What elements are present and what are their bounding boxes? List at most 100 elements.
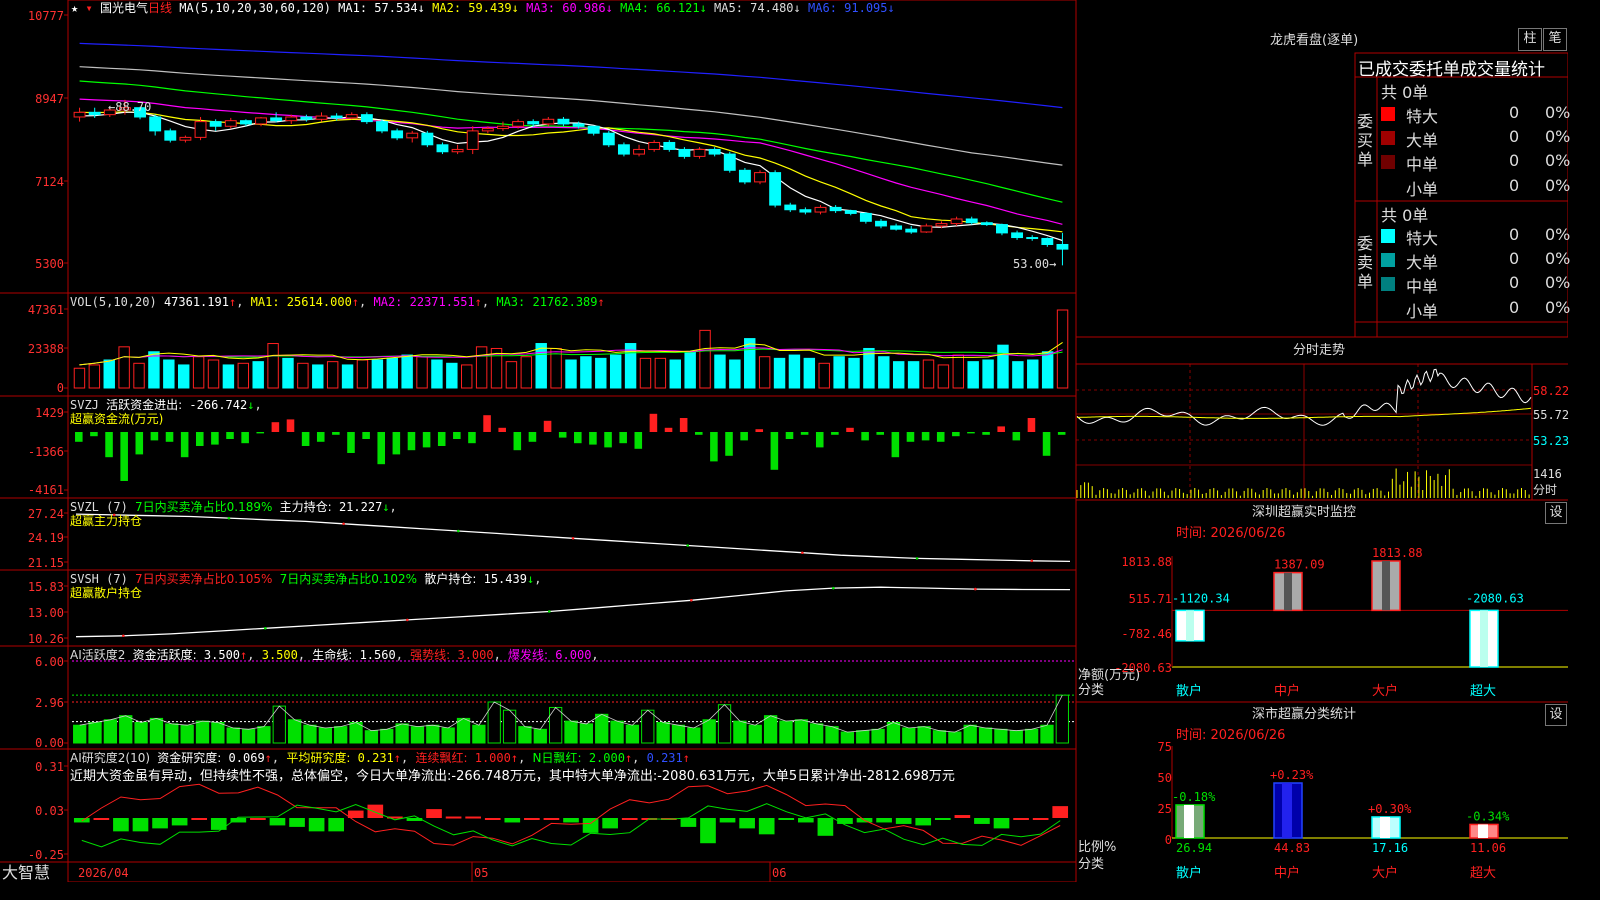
candle bbox=[391, 130, 404, 139]
volume-bar bbox=[192, 356, 205, 389]
y-tick: 0.00 bbox=[35, 736, 64, 750]
volume-bar bbox=[922, 359, 935, 389]
candle bbox=[572, 123, 585, 127]
buy-orders-label: 委买单 bbox=[1357, 112, 1374, 169]
flow-bar bbox=[256, 432, 265, 434]
activity-bar bbox=[349, 722, 363, 744]
flow-bar bbox=[347, 432, 355, 453]
flow-bar bbox=[180, 432, 189, 458]
volume-bar bbox=[312, 364, 324, 389]
candle bbox=[829, 206, 842, 212]
flow-bar bbox=[906, 432, 915, 442]
research-bar bbox=[308, 818, 325, 832]
monitor-cat: 大户 bbox=[1372, 684, 1399, 699]
flow-bar bbox=[226, 432, 234, 439]
activity-bar bbox=[825, 726, 839, 744]
row-pct: 0% bbox=[1545, 273, 1571, 292]
svzl-subtitle: 超赢主力持仓 bbox=[70, 514, 143, 528]
research-bar bbox=[191, 818, 208, 820]
svzj-header: SVZJ 活跃资金进出: -266.742↓, bbox=[70, 398, 262, 412]
activity-bar bbox=[134, 722, 148, 744]
activity-bar bbox=[149, 717, 164, 744]
row-pct: 0% bbox=[1545, 103, 1571, 122]
period-label[interactable]: 日线 bbox=[148, 1, 172, 15]
candle bbox=[602, 132, 615, 146]
monitor-bar-shade bbox=[1284, 572, 1292, 611]
candle bbox=[300, 116, 313, 120]
flow-bar bbox=[664, 427, 673, 432]
volume-bar bbox=[729, 359, 741, 389]
candle bbox=[421, 132, 434, 146]
ma3-line bbox=[79, 98, 1063, 225]
activity-bar bbox=[579, 723, 593, 744]
candle bbox=[481, 128, 494, 132]
activity-bar bbox=[932, 730, 947, 744]
monitor-y-tick: -782.46 bbox=[1121, 627, 1172, 641]
candle bbox=[738, 169, 751, 183]
monitor-value-label: 1813.88 bbox=[1372, 546, 1423, 560]
volume-bar bbox=[103, 359, 115, 389]
candle bbox=[512, 121, 525, 127]
volume-bar bbox=[788, 354, 801, 389]
activity-bar bbox=[318, 727, 332, 744]
activity-bar bbox=[856, 730, 870, 744]
star-icon[interactable]: ★ bbox=[71, 1, 78, 15]
volume-bar bbox=[341, 364, 354, 389]
monitor-y-tick: 515.71 bbox=[1128, 592, 1172, 606]
row-pct: 0% bbox=[1545, 225, 1571, 244]
candle bbox=[980, 222, 993, 226]
volume-bar bbox=[535, 343, 547, 389]
stats-change-label: +0.30% bbox=[1368, 802, 1412, 816]
high-price-label: ←88.70 bbox=[108, 100, 152, 114]
row-pct: 0% bbox=[1545, 298, 1571, 317]
research-bar bbox=[73, 818, 90, 823]
volume-bar bbox=[803, 357, 816, 389]
volume-bar bbox=[505, 361, 518, 389]
main-holding-line-dot bbox=[915, 557, 919, 560]
stats-y-tick: 0 bbox=[1164, 833, 1172, 847]
research-bar bbox=[1013, 818, 1029, 820]
flow-bar bbox=[271, 422, 280, 432]
research-bar bbox=[250, 818, 266, 820]
activity-bar bbox=[518, 726, 532, 744]
flow-bar bbox=[815, 432, 824, 448]
y-tick: 1429 bbox=[35, 406, 64, 420]
activity-bar bbox=[287, 719, 302, 744]
activity-bar bbox=[456, 717, 471, 744]
flow-bar bbox=[75, 432, 83, 442]
candle bbox=[799, 209, 812, 213]
volume-bar bbox=[520, 356, 533, 389]
stats-settings-button[interactable]: 设 bbox=[1545, 704, 1567, 726]
y-tick: 6.00 bbox=[35, 655, 64, 669]
ai-activity-header: AI活跃度2 资金活跃度: 3.500↑, 3.500, 生命线: 1.560,… bbox=[70, 648, 599, 662]
flow-bar bbox=[483, 415, 491, 432]
stats-value-label: 26.94 bbox=[1176, 841, 1212, 855]
y-tick: 0.31 bbox=[35, 760, 64, 774]
monitor-value-label: -1120.34 bbox=[1172, 591, 1230, 605]
candle bbox=[88, 111, 101, 116]
y-tick: 7124 bbox=[35, 175, 64, 189]
activity-bar bbox=[472, 724, 486, 744]
research-bar bbox=[876, 818, 892, 823]
bar-view-button[interactable]: 柱 bbox=[1518, 28, 1542, 51]
volume-bar bbox=[907, 361, 920, 389]
volume-bar bbox=[297, 362, 309, 389]
flow-bar bbox=[422, 432, 431, 448]
flow-bar bbox=[543, 420, 552, 432]
research-bar bbox=[113, 818, 129, 832]
svzj-pane bbox=[75, 413, 1066, 481]
monitor-cat: 超大 bbox=[1470, 684, 1497, 699]
candle bbox=[890, 225, 903, 230]
ai-research-comment: 近期大资金虽有异动，但持续性不强，总体偏空，今日大单净流出:-266.748万元… bbox=[70, 769, 955, 784]
stock-name[interactable]: 国光电气 bbox=[100, 1, 148, 15]
monitor-settings-button[interactable]: 设 bbox=[1545, 502, 1567, 524]
candle bbox=[663, 141, 676, 150]
activity-bar bbox=[195, 720, 210, 744]
flow-bar bbox=[105, 432, 113, 458]
monitor-bar-shade bbox=[1382, 561, 1390, 611]
tick-view-button[interactable]: 笔 bbox=[1543, 28, 1567, 51]
flow-bar bbox=[725, 432, 733, 456]
candle bbox=[633, 148, 645, 155]
flow-bar bbox=[241, 432, 249, 444]
volume-bar bbox=[133, 362, 145, 389]
